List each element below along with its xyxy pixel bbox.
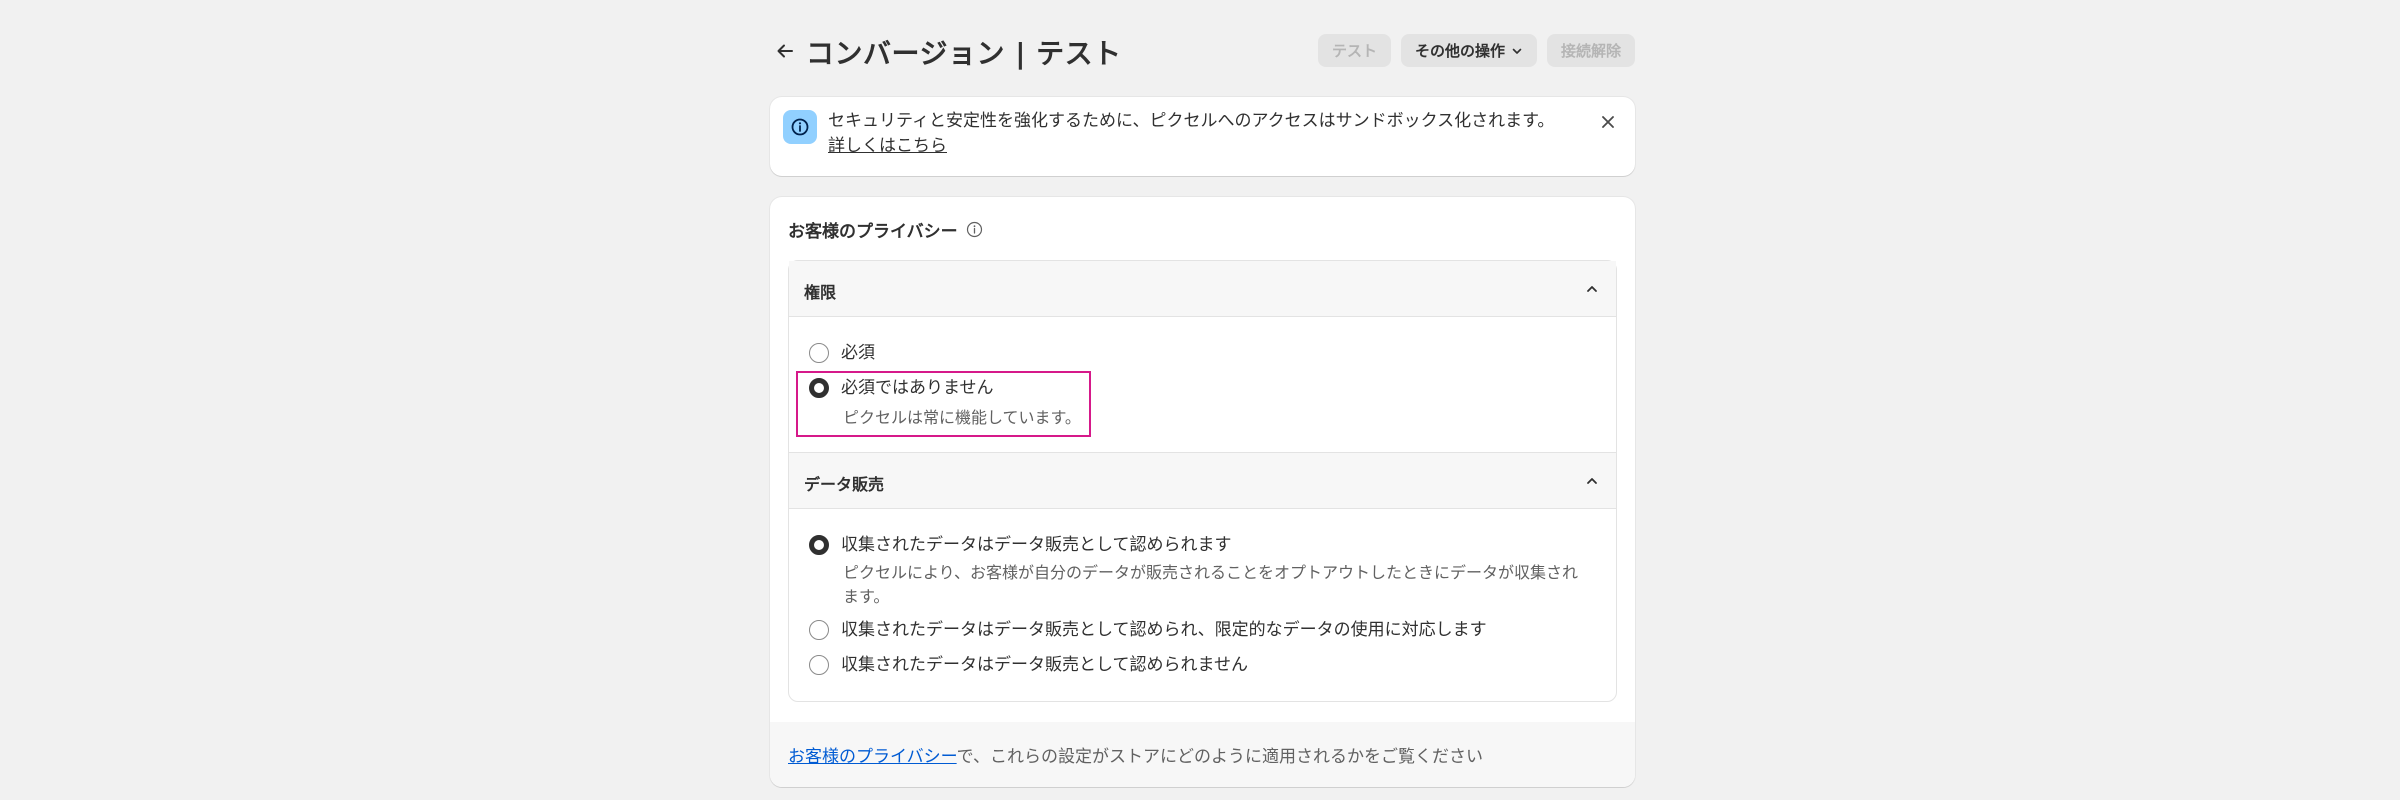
collapse-button[interactable] bbox=[1582, 279, 1602, 299]
radio-label: 収集されたデータはデータ販売として認められます bbox=[841, 535, 1232, 555]
radio-button-selected[interactable] bbox=[809, 378, 829, 398]
permission-section-header[interactable]: 権限 bbox=[789, 261, 1616, 317]
banner-close-button[interactable] bbox=[1597, 111, 1619, 133]
radio-label: 収集されたデータはデータ販売として認められ、限定的なデータの使用に対応します bbox=[841, 620, 1487, 640]
disconnect-button[interactable]: 接続解除 bbox=[1546, 34, 1635, 67]
radio-option-data-sale-limited[interactable]: 収集されたデータはデータ販売として認められ、限定的なデータの使用に対応します bbox=[809, 619, 1487, 641]
data-sale-section-title: データ販売 bbox=[804, 475, 885, 494]
collapse-button[interactable] bbox=[1582, 471, 1602, 491]
arrow-left-icon bbox=[777, 44, 793, 58]
radio-label: 収集されたデータはデータ販売として認められません bbox=[841, 655, 1248, 675]
header-actions: テスト その他の操作 接続解除 bbox=[1317, 34, 1635, 67]
chevron-up-icon bbox=[1587, 286, 1597, 292]
data-sale-section: データ販売 収集されたデータはデータ販売として認められます ピクセルにより、お客… bbox=[788, 452, 1617, 702]
info-circle-icon bbox=[791, 118, 809, 136]
back-button[interactable] bbox=[772, 38, 798, 64]
radio-label: 必須ではありません bbox=[841, 378, 994, 398]
chevron-up-icon bbox=[1587, 478, 1597, 484]
close-icon bbox=[1602, 116, 1614, 128]
card-title-text: お客様のプライバシー bbox=[788, 222, 958, 242]
info-banner: セキュリティと安定性を強化するために、ピクセルへのアクセスはサンドボックス化され… bbox=[770, 97, 1635, 176]
radio-button-selected[interactable] bbox=[809, 535, 829, 555]
radio-option-data-sale[interactable]: 収集されたデータはデータ販売として認められます bbox=[809, 534, 1232, 556]
footer-description: で、これらの設定がストアにどのように適用されるかをご覧ください bbox=[956, 747, 1483, 767]
radio-option-required[interactable]: 必須 bbox=[809, 342, 875, 364]
disconnect-button-label: 接続解除 bbox=[1560, 42, 1621, 60]
card-footer: お客様のプライバシーで、これらの設定がストアにどのように適用されるかをご覧くださ… bbox=[770, 722, 1635, 787]
permission-section: 権限 必須 必須ではありません ピクセルは常に機能しています。 bbox=[788, 260, 1617, 453]
radio-button[interactable] bbox=[809, 343, 829, 363]
page-title: コンバージョン | テスト bbox=[806, 37, 1122, 70]
radio-help-text: ピクセルは常に機能しています。 bbox=[843, 408, 1081, 427]
customer-privacy-link[interactable]: お客様のプライバシー bbox=[788, 747, 957, 767]
radio-button[interactable] bbox=[809, 620, 829, 640]
more-actions-button[interactable]: その他の操作 bbox=[1400, 34, 1537, 67]
radio-label: 必須 bbox=[841, 343, 875, 363]
page-header: コンバージョン | テスト テスト その他の操作 接続解除 bbox=[770, 30, 1635, 70]
footer-text: お客様のプライバシーで、これらの設定がストアにどのように適用されるかをご覧くださ… bbox=[788, 742, 1483, 767]
info-icon[interactable] bbox=[966, 221, 983, 238]
banner-text: セキュリティと安定性を強化するために、ピクセルへのアクセスはサンドボックス化され… bbox=[828, 111, 1555, 131]
banner-learn-more-link[interactable]: 詳しくはこちら bbox=[828, 136, 947, 156]
radio-button[interactable] bbox=[809, 655, 829, 675]
chevron-down-icon bbox=[1512, 48, 1522, 54]
customer-privacy-card: お客様のプライバシー 権限 必須 必須ではありません ピクセルは常に機能していま… bbox=[770, 197, 1635, 787]
permission-section-title: 権限 bbox=[804, 283, 837, 302]
test-button-label: テスト bbox=[1331, 42, 1377, 60]
more-actions-label: その他の操作 bbox=[1414, 42, 1505, 60]
data-sale-section-header[interactable]: データ販売 bbox=[789, 453, 1616, 509]
card-title: お客様のプライバシー bbox=[788, 217, 983, 242]
radio-help-text: ピクセルにより、お客様が自分のデータが販売されることをオプトアウトしたときにデー… bbox=[843, 563, 1579, 606]
radio-option-not-required[interactable]: 必須ではありません bbox=[809, 377, 994, 399]
info-badge bbox=[783, 110, 817, 144]
test-button[interactable]: テスト bbox=[1317, 34, 1391, 67]
banner-message: セキュリティと安定性を強化するために、ピクセルへのアクセスはサンドボックス化され… bbox=[828, 109, 1568, 159]
radio-option-not-data-sale[interactable]: 収集されたデータはデータ販売として認められません bbox=[809, 654, 1248, 676]
